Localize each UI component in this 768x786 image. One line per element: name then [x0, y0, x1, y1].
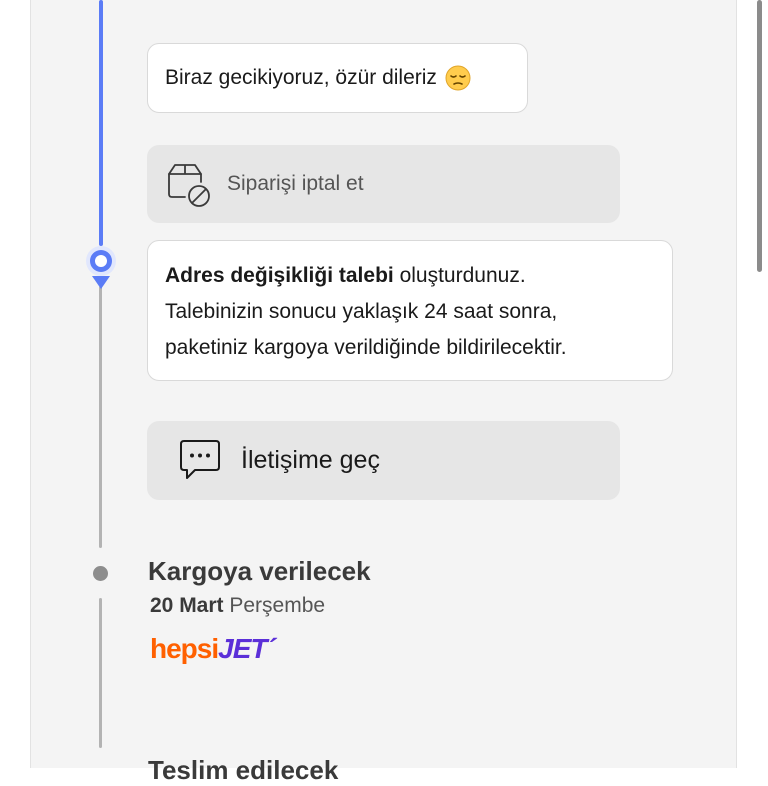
box-cancel-icon [168, 164, 210, 207]
shipping-weekday: Perşembe [229, 594, 326, 617]
shipping-date: 20 Mart [150, 594, 224, 617]
step-title-delivery: Teslim edilecek [148, 755, 339, 785]
timeline-current-arrow [92, 276, 110, 289]
delay-message-bubble: Biraz gecikiyoruz, özür dileriz [147, 43, 528, 113]
scrollbar[interactable] [757, 0, 762, 272]
delay-message-text: Biraz gecikiyoruz, özür dileriz [165, 66, 437, 89]
cancel-order-button[interactable]: Siparişi iptal et [147, 145, 620, 223]
timeline-step-dot [93, 566, 108, 581]
address-change-bold: Adres değişikliği talebi [165, 264, 394, 287]
address-change-line2: Talebinizin sonucu yaklaşık 24 saat sonr… [165, 300, 558, 323]
order-tracking-panel [30, 0, 737, 768]
step-date-shipping: 20 Mart Perşembe [150, 594, 325, 618]
contact-button[interactable]: İletişime geç [147, 421, 620, 500]
carrier-logo-part2: JET [218, 633, 267, 664]
carrier-logo-part1: hepsi [150, 633, 219, 664]
step-title-shipping: Kargoya verilecek [148, 556, 371, 586]
address-change-message-bubble: Adres değişikliği talebi oluşturdunuz. T… [147, 240, 673, 381]
timeline-progress-line [99, 0, 103, 246]
chat-bubble-icon [180, 439, 220, 479]
timeline-line [99, 286, 102, 548]
contact-label: İletişime geç [241, 446, 380, 474]
carrier-logo-mark: ´ [266, 633, 276, 664]
timeline-current-dot [86, 246, 116, 276]
timeline-line [99, 598, 102, 748]
address-change-line1: oluşturdunuz. [393, 264, 526, 287]
address-change-line3: paketiniz kargoya verildiğinde bildirile… [165, 336, 567, 359]
pensive-face-icon [445, 65, 471, 91]
carrier-logo: hepsiJET´ [150, 633, 276, 665]
cancel-order-label: Siparişi iptal et [227, 172, 364, 195]
